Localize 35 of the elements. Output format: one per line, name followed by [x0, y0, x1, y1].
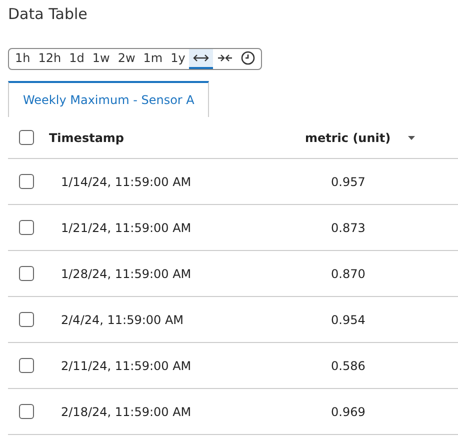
expand-button[interactable]	[189, 49, 214, 69]
row-checkbox[interactable]	[19, 266, 34, 281]
row-checkbox[interactable]	[19, 220, 34, 235]
range-button[interactable]: 1d	[65, 49, 88, 69]
sort-caret-icon[interactable]	[408, 136, 415, 140]
table-cell: 0.873	[331, 220, 366, 234]
select-all-checkbox[interactable]	[19, 130, 34, 145]
range-button[interactable]: 1w	[88, 49, 114, 69]
table-cell: 0.969	[331, 404, 366, 418]
row-checkbox[interactable]	[19, 174, 34, 189]
collapse-arrows-icon	[217, 54, 234, 62]
expand-arrows-icon	[193, 54, 210, 62]
page-title: Data Table	[8, 4, 88, 25]
table-cell-text: 1/21/24, 11:59:00 AM	[61, 220, 192, 234]
table-cell: 0.957	[331, 174, 366, 188]
table-cell-text: 2/4/24, 11:59:00 AM	[61, 312, 185, 326]
table-cell-text: 1/28/24, 11:59:00 AM	[61, 266, 192, 280]
range-button[interactable]: 1y	[166, 49, 190, 69]
tab[interactable]: Weekly Maximum - Sensor A	[8, 81, 210, 117]
row-checkbox[interactable]	[19, 404, 34, 419]
column-header[interactable]: Timestamp	[49, 130, 305, 144]
table-cell-text: 2/18/24, 11:59:00 AM	[61, 404, 192, 418]
table-cell-text: 2/11/24, 11:59:00 AM	[61, 358, 192, 372]
table-cell: 0.870	[331, 266, 366, 280]
row-checkbox[interactable]	[19, 312, 34, 327]
table-cell-text: 1/14/24, 11:59:00 AM	[61, 174, 192, 188]
range-button[interactable]: 1m	[139, 49, 167, 69]
range-button[interactable]: 2w	[114, 49, 140, 69]
clock-icon	[241, 51, 256, 65]
column-header[interactable]: metric (unit)	[305, 130, 391, 144]
row-checkbox[interactable]	[19, 358, 34, 373]
range-button[interactable]: 12h	[34, 49, 66, 69]
table-cell: 0.586	[331, 358, 366, 372]
table-cell: 0.954	[331, 312, 366, 326]
range-button[interactable]: 1h	[11, 49, 34, 69]
